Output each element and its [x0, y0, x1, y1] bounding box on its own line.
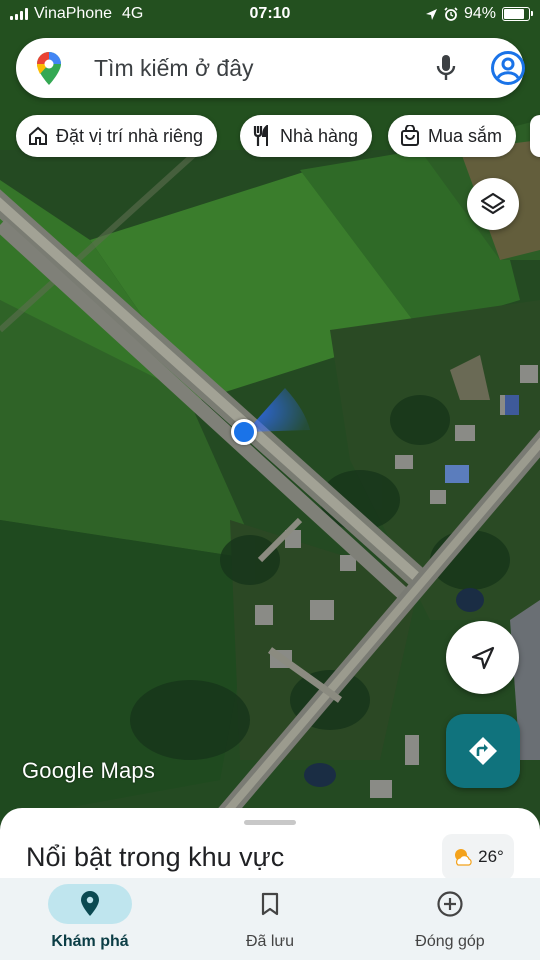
search-input[interactable]: Tìm kiếm ở đây — [94, 55, 254, 82]
bookmark-icon — [261, 892, 279, 916]
layers-icon — [480, 192, 506, 215]
alarm-icon — [444, 7, 458, 21]
nav-saved[interactable]: Đã lưu — [180, 878, 360, 960]
shopping-bag-icon — [401, 125, 419, 146]
nav-saved-indicator — [228, 884, 312, 924]
my-location-button[interactable] — [446, 621, 519, 694]
battery-icon — [502, 7, 533, 21]
directions-button[interactable] — [446, 714, 520, 788]
nav-explore-label: Khám phá — [51, 933, 129, 950]
chip-restaurants[interactable]: Nhà hàng — [240, 115, 373, 157]
weather-chip[interactable]: 26° — [442, 834, 514, 880]
nav-contribute-label: Đóng góp — [415, 933, 485, 950]
chip-label: Mua sắm — [428, 125, 503, 146]
add-circle-icon — [437, 891, 463, 917]
partly-cloudy-icon — [455, 849, 472, 866]
sheet-title: Nổi bật trong khu vực — [26, 842, 285, 872]
chip-set-home[interactable]: Đặt vị trí nhà riêng — [16, 115, 218, 157]
navigation-arrow-icon — [471, 646, 494, 669]
nav-contribute[interactable]: Đóng góp — [360, 878, 540, 960]
chip-label: Đặt vị trí nhà riêng — [56, 125, 204, 146]
nav-contribute-indicator — [408, 884, 492, 924]
location-arrow-icon — [425, 8, 437, 20]
bottom-navigation: Khám phá Đã lưu Đóng góp — [0, 878, 540, 960]
restaurant-icon — [253, 125, 268, 146]
search-bar[interactable]: Tìm kiếm ở đây — [16, 38, 526, 98]
chip-more[interactable] — [530, 115, 540, 157]
nav-explore[interactable]: Khám phá — [0, 878, 180, 960]
account-avatar-icon[interactable] — [490, 50, 526, 86]
weather-temp: 26° — [478, 847, 504, 866]
status-bar: VinaPhone 4G 07:10 94% — [0, 0, 540, 30]
home-icon — [29, 126, 47, 145]
sheet-drag-handle[interactable] — [244, 820, 296, 825]
directions-icon — [469, 737, 497, 765]
battery-percent: 94% — [463, 5, 496, 22]
explore-pin-icon — [81, 891, 99, 916]
chip-shopping[interactable]: Mua sắm — [388, 115, 517, 157]
nav-explore-indicator — [48, 884, 132, 924]
google-maps-watermark: Google Maps — [22, 758, 156, 783]
layers-button[interactable] — [467, 178, 519, 230]
google-maps-logo-icon — [37, 52, 61, 85]
microphone-icon[interactable] — [432, 53, 460, 83]
bottom-sheet[interactable]: Nổi bật trong khu vực 26° — [0, 808, 540, 888]
nav-saved-label: Đã lưu — [245, 933, 295, 950]
current-location-dot — [231, 419, 257, 445]
chip-label: Nhà hàng — [280, 125, 359, 146]
